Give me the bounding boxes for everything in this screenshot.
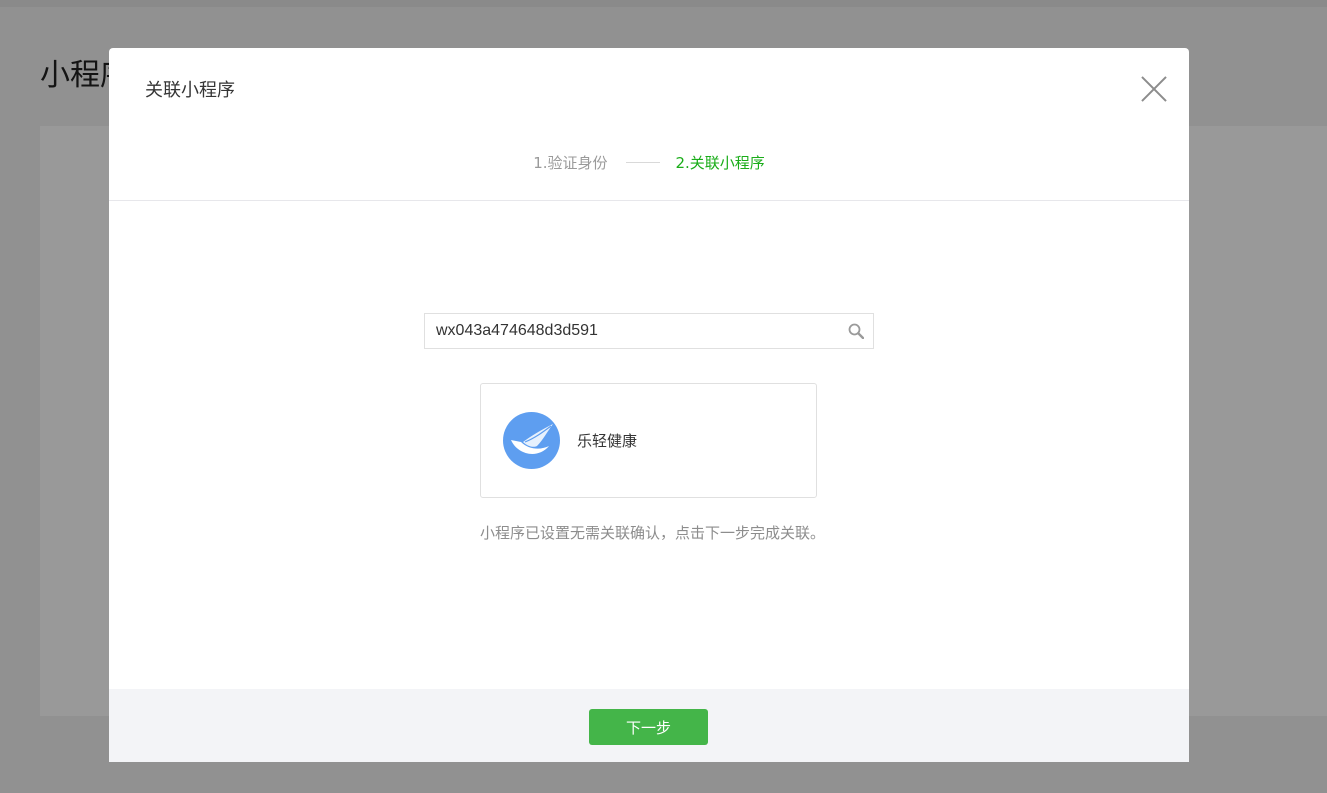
step-link-miniprogram: 2.关联小程序 — [675, 154, 765, 172]
dialog-title: 关联小程序 — [145, 80, 235, 101]
close-icon[interactable] — [1141, 76, 1167, 102]
search-input[interactable] — [425, 314, 835, 348]
search-icon[interactable] — [848, 323, 864, 339]
step-connector — [625, 162, 660, 163]
app-name: 乐轻健康 — [577, 432, 638, 450]
search-box — [424, 313, 874, 349]
link-miniprogram-dialog: 关联小程序 1.验证身份 2.关联小程序 乐轻健康 小程序已设置无需关联确认，点击… — [109, 48, 1189, 762]
dialog-footer: 下一步 — [109, 689, 1189, 762]
feather-bird-icon — [503, 412, 560, 469]
miniprogram-result-card[interactable]: 乐轻健康 — [480, 383, 817, 498]
step-indicator: 1.验证身份 2.关联小程序 — [109, 152, 1189, 176]
next-step-button[interactable]: 下一步 — [589, 709, 708, 745]
step-verify-identity: 1.验证身份 — [533, 154, 608, 172]
header-divider — [109, 200, 1189, 201]
link-tip-text: 小程序已设置无需关联确认，点击下一步完成关联。 — [480, 524, 826, 542]
